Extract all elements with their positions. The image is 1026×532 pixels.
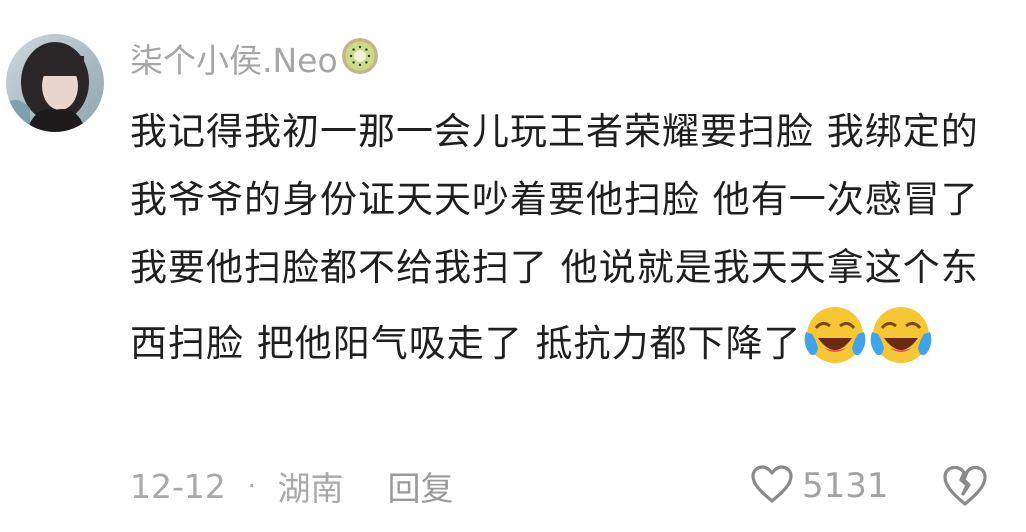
comment-body: 我记得我初一那一会儿玩王者荣耀要扫脸 我绑定的我爷爷的身份证天天吵着要他扫脸 他… xyxy=(130,98,1000,378)
kiwi-fruit-icon xyxy=(340,36,380,80)
heart-outline-icon xyxy=(750,464,794,508)
comment-meta: 12-12 · 湖南 回复 xyxy=(130,458,454,514)
laughing-crying-emoji-icon xyxy=(802,302,868,368)
meta-separator: · xyxy=(247,472,256,500)
broken-heart-icon xyxy=(942,465,988,512)
like-count: 5131 xyxy=(802,466,889,506)
reply-button[interactable]: 回复 xyxy=(388,462,454,510)
dislike-button[interactable] xyxy=(942,464,988,508)
comment-date: 12-12 xyxy=(130,466,226,506)
username[interactable]: 柒个小侯.Neo xyxy=(130,34,338,82)
like-button[interactable]: 5131 xyxy=(750,458,889,514)
comment-location: 湖南 xyxy=(277,469,344,508)
comment-footer: 12-12 · 湖南 回复 5131 xyxy=(130,458,1000,514)
username-row: 柒个小侯.Neo xyxy=(130,34,380,82)
laughing-crying-emoji-icon xyxy=(868,302,934,368)
avatar[interactable] xyxy=(6,34,104,132)
comment-item: 柒个小侯.Neo 我记得我初一那一会儿玩王者荣耀要扫脸 我绑定的我爷爷的身份证天… xyxy=(0,0,1026,532)
